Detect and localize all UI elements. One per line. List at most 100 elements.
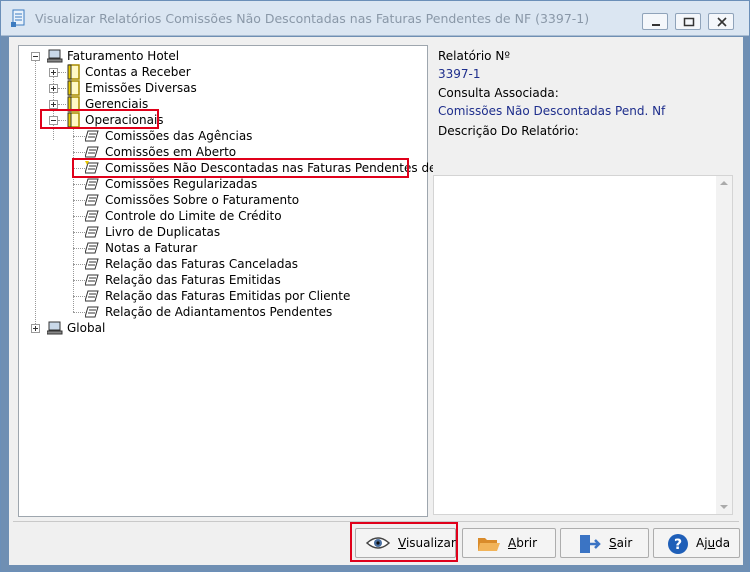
tree-node-emissoes-diversas[interactable]: Emissões Diversas xyxy=(49,80,249,96)
expand-icon[interactable] xyxy=(31,324,40,333)
svg-text:?: ? xyxy=(674,537,682,553)
expand-icon[interactable] xyxy=(49,84,58,93)
tree-report-label: Comissões das Agências xyxy=(105,129,253,143)
tree-report-label: Relação de Adiantamentos Pendentes xyxy=(105,305,333,319)
tree-node-faturamento-hotel[interactable]: Faturamento Hotel xyxy=(31,48,231,64)
tree-connector xyxy=(73,248,85,249)
ajuda-label-pre: Aj xyxy=(696,536,708,550)
report-tree[interactable]: Faturamento Hotel Contas a Receber Emiss… xyxy=(18,45,456,517)
folder-book-icon xyxy=(67,96,80,112)
close-button[interactable] xyxy=(708,13,734,30)
report-document-icon xyxy=(85,146,99,158)
tree-report-item[interactable]: Comissões em Aberto xyxy=(73,144,413,160)
report-info-panel: Relatório Nº 3397-1 Consulta Associada: … xyxy=(433,45,735,515)
report-number-value: 3397-1 xyxy=(438,67,481,81)
tree-node-global[interactable]: Global xyxy=(31,320,231,336)
tree-report-label: Relação das Faturas Emitidas por Cliente xyxy=(105,289,351,303)
tree-report-label: Comissões em Aberto xyxy=(105,145,237,159)
tree-report-label: Comissões Não Descontadas nas Faturas Pe… xyxy=(105,161,457,175)
visualizar-button[interactable]: Visualizar xyxy=(355,528,456,558)
maximize-button[interactable] xyxy=(675,13,701,30)
tree-node-operacionais[interactable]: Operacionais xyxy=(49,112,249,128)
minimize-icon xyxy=(652,24,660,26)
eye-icon xyxy=(366,537,390,549)
query-label: Consulta Associada: xyxy=(438,86,559,100)
folder-book-icon xyxy=(67,64,80,80)
ajuda-accel: u xyxy=(707,536,716,550)
tree-report-label: Comissões Sobre o Faturamento xyxy=(105,193,300,207)
computer-icon xyxy=(47,321,63,335)
tree-report-item[interactable]: Comissões Não Descontadas nas Faturas Pe… xyxy=(73,160,456,176)
tree-node-gerenciais[interactable]: Gerenciais xyxy=(49,96,249,112)
title-bar[interactable]: Visualizar Relatórios Comissões Não Desc… xyxy=(1,1,749,36)
tree-report-item[interactable]: Relação das Faturas Canceladas xyxy=(73,256,413,272)
tree-report-item[interactable]: Notas a Faturar xyxy=(73,240,413,256)
report-document-icon xyxy=(85,242,99,254)
collapse-icon[interactable] xyxy=(49,116,58,125)
vertical-scrollbar[interactable] xyxy=(716,176,732,514)
tree-report-label: Notas a Faturar xyxy=(105,241,198,255)
folder-book-icon xyxy=(67,80,80,96)
description-textarea[interactable] xyxy=(433,175,733,515)
tree-connector xyxy=(73,216,85,217)
abrir-label: brir xyxy=(516,536,538,550)
collapse-icon[interactable] xyxy=(31,52,40,61)
sair-accel: S xyxy=(609,536,617,550)
abrir-accel: A xyxy=(508,536,517,550)
ajuda-label-post: da xyxy=(715,536,731,550)
tree-report-item[interactable]: Relação de Adiantamentos Pendentes xyxy=(73,304,413,320)
ajuda-button[interactable]: ? Ajuda xyxy=(653,528,740,558)
tree-node-label: Contas a Receber xyxy=(85,65,191,79)
expand-icon[interactable] xyxy=(49,100,58,109)
tree-report-label: Relação das Faturas Canceladas xyxy=(105,257,299,271)
tree-node-label: Faturamento Hotel xyxy=(67,49,180,63)
tree-report-item[interactable]: Relação das Faturas Emitidas por Cliente xyxy=(73,288,413,304)
tree-connector xyxy=(73,200,85,201)
tree-connector xyxy=(35,60,36,328)
folder-book-icon xyxy=(67,112,80,128)
minimize-button[interactable] xyxy=(642,13,668,30)
report-document-icon xyxy=(85,178,99,190)
scroll-down-icon[interactable] xyxy=(720,504,728,510)
report-document-icon xyxy=(85,226,99,238)
tree-report-item[interactable]: Livro de Duplicatas xyxy=(73,224,413,240)
help-icon: ? xyxy=(668,534,688,554)
tree-connector xyxy=(73,184,85,185)
scroll-up-icon[interactable] xyxy=(720,180,728,186)
exit-door-icon xyxy=(580,535,601,553)
tree-node-label: Global xyxy=(67,321,106,335)
tree-report-label: Controle do Limite de Crédito xyxy=(105,209,282,223)
description-label: Descrição Do Relatório: xyxy=(438,124,579,138)
tree-connector xyxy=(73,312,85,313)
tree-report-label: Comissões Regularizadas xyxy=(105,177,258,191)
maximize-icon xyxy=(683,17,695,27)
sair-button[interactable]: Sair xyxy=(560,528,649,558)
expand-icon[interactable] xyxy=(49,68,58,77)
app-report-icon xyxy=(11,9,25,27)
report-document-icon xyxy=(85,290,99,302)
tree-node-label: Emissões Diversas xyxy=(85,81,197,95)
report-document-icon xyxy=(85,306,99,318)
tree-connector xyxy=(73,296,85,297)
tree-connector xyxy=(58,120,66,121)
report-document-icon xyxy=(85,274,99,286)
sair-label: air xyxy=(616,536,633,550)
button-bar: Visualizar Abrir Sair ? Ajuda xyxy=(13,521,740,562)
tree-connector xyxy=(58,88,66,89)
tree-report-label: Relação das Faturas Emitidas xyxy=(105,273,281,287)
dialog-client-area: Faturamento Hotel Contas a Receber Emiss… xyxy=(9,37,743,565)
tree-connector xyxy=(73,232,85,233)
window-title: Visualizar Relatórios Comissões Não Desc… xyxy=(35,11,590,26)
tree-node-label: Gerenciais xyxy=(85,97,149,111)
tree-node-contas-a-receber[interactable]: Contas a Receber xyxy=(49,64,249,80)
tree-connector xyxy=(58,104,66,105)
tree-report-item[interactable]: Controle do Limite de Crédito xyxy=(73,208,413,224)
report-document-icon xyxy=(85,130,99,142)
abrir-button[interactable]: Abrir xyxy=(462,528,556,558)
tree-report-item[interactable]: Comissões Sobre o Faturamento xyxy=(73,192,413,208)
tree-connector xyxy=(73,152,85,153)
tree-report-item[interactable]: Comissões Regularizadas xyxy=(73,176,413,192)
tree-report-item[interactable]: Relação das Faturas Emitidas xyxy=(73,272,413,288)
tree-report-item[interactable]: Comissões das Agências xyxy=(73,128,413,144)
tree-connector xyxy=(73,168,85,169)
